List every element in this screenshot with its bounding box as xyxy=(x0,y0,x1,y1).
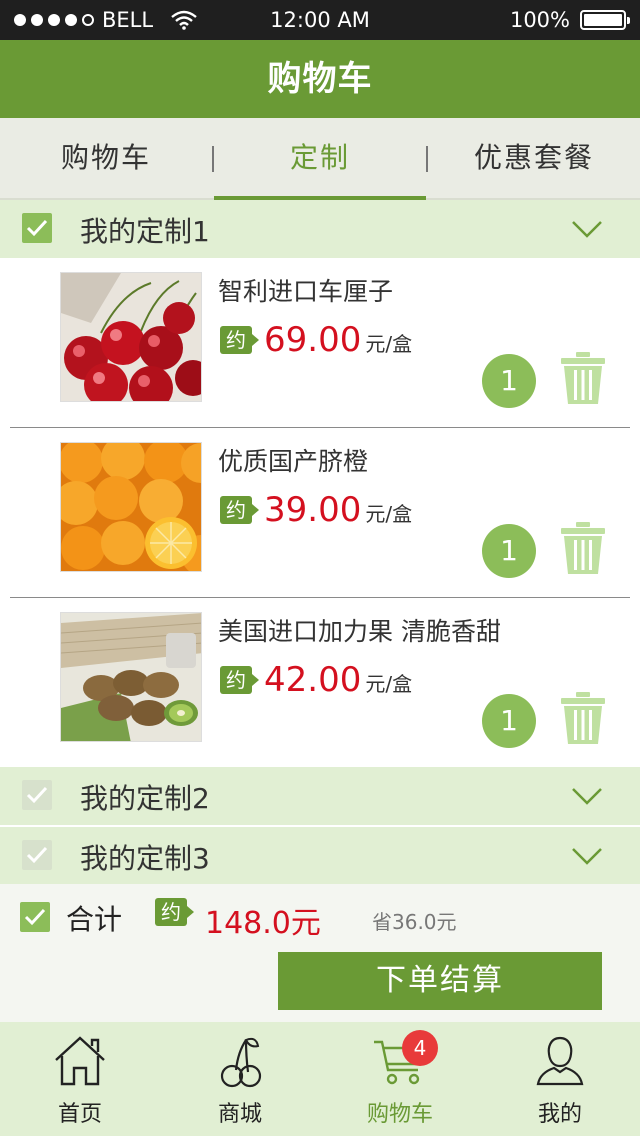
total-price: 148.0元 xyxy=(205,906,321,941)
saved-amount: 省36.0元 xyxy=(372,910,457,934)
chevron-down-icon[interactable] xyxy=(572,787,602,805)
price-row: 约 39.00 元/盒 xyxy=(220,490,412,530)
product-name[interactable]: 美国进口加力果 清脆香甜 xyxy=(218,612,501,648)
price-row: 约 69.00 元/盒 xyxy=(220,320,412,360)
cart-item-1: 智利进口车厘子 约 69.00 元/盒 1 xyxy=(0,258,640,428)
trash-icon[interactable] xyxy=(560,352,606,404)
price-unit: 元/盒 xyxy=(365,672,413,696)
checkout-button[interactable]: 下单结算 xyxy=(278,952,602,1010)
bottom-tab-bar: 首页 商城 购物车 我的 xyxy=(0,1022,640,1136)
approx-badge: 约 xyxy=(220,496,259,524)
product-image-cherries[interactable] xyxy=(60,272,202,402)
quantity-badge[interactable]: 1 xyxy=(482,694,536,748)
group-header-3[interactable]: 我的定制3 xyxy=(0,826,640,884)
trash-icon[interactable] xyxy=(560,522,606,574)
price-unit: 元/盒 xyxy=(365,332,413,356)
tab-custom[interactable]: 定制 xyxy=(214,118,426,200)
checkmark-icon xyxy=(24,908,46,926)
group-3-checkbox[interactable] xyxy=(22,840,52,870)
checkmark-icon xyxy=(26,219,48,237)
total-label: 合计 xyxy=(66,903,123,936)
user-icon xyxy=(536,1036,584,1086)
tabbar-label: 商城 xyxy=(217,1102,262,1127)
tabbar-mall[interactable]: 商城 xyxy=(160,1022,320,1136)
tab-cart[interactable]: 购物车 xyxy=(0,118,212,198)
approx-badge: 约 xyxy=(220,326,259,354)
tabbar-profile[interactable]: 我的 xyxy=(480,1022,640,1136)
battery-icon xyxy=(580,10,630,30)
group-header-1[interactable]: 我的定制1 xyxy=(0,200,640,258)
product-image-kiwi[interactable] xyxy=(60,612,202,742)
price-row: 约 42.00 元/盒 xyxy=(220,660,412,700)
group-1-title: 我的定制1 xyxy=(80,215,210,248)
product-price: 69.00 xyxy=(264,320,362,360)
product-price: 42.00 xyxy=(264,660,362,700)
tabbar-home[interactable]: 首页 xyxy=(0,1022,160,1136)
group-2-checkbox[interactable] xyxy=(22,780,52,810)
chevron-down-icon[interactable] xyxy=(572,220,602,238)
segment-tabs: 购物车 定制 优惠套餐 xyxy=(0,118,640,200)
cherry-icon xyxy=(220,1037,262,1088)
cart-item-2: 优质国产脐橙 约 39.00 元/盒 1 xyxy=(0,428,640,598)
cart-count-badge: 4 xyxy=(402,1030,438,1066)
product-name[interactable]: 智利进口车厘子 xyxy=(218,272,393,308)
product-price: 39.00 xyxy=(264,490,362,530)
quantity-badge[interactable]: 1 xyxy=(482,354,536,408)
page-title: 购物车 xyxy=(0,40,640,118)
tab-combo-deals[interactable]: 优惠套餐 xyxy=(428,118,640,198)
tabbar-cart[interactable]: 购物车 xyxy=(320,1022,480,1136)
tabbar-label: 购物车 xyxy=(366,1102,433,1127)
tabbar-label: 我的 xyxy=(537,1102,582,1127)
checkmark-icon xyxy=(26,846,48,864)
trash-icon[interactable] xyxy=(560,692,606,744)
product-name[interactable]: 优质国产脐橙 xyxy=(218,442,368,478)
battery-group: 100% xyxy=(509,8,630,32)
checkmark-icon xyxy=(26,786,48,804)
approx-badge: 约 xyxy=(220,666,259,694)
group-header-2[interactable]: 我的定制2 xyxy=(0,767,640,825)
chevron-down-icon[interactable] xyxy=(572,847,602,865)
price-unit: 元/盒 xyxy=(365,502,413,526)
product-image-oranges[interactable] xyxy=(60,442,202,572)
home-icon xyxy=(55,1036,105,1086)
tabbar-label: 首页 xyxy=(57,1102,102,1127)
battery-percent: 100% xyxy=(509,8,570,32)
status-bar: BELL 12:00 AM 100% xyxy=(0,0,640,40)
order-summary: 合计 约 148.0元 省36.0元 下单结算 xyxy=(0,884,640,1022)
cart-item-3: 美国进口加力果 清脆香甜 约 42.00 元/盒 1 xyxy=(0,598,640,768)
select-all-checkbox[interactable] xyxy=(20,902,50,932)
quantity-badge[interactable]: 1 xyxy=(482,524,536,578)
group-2-title: 我的定制2 xyxy=(80,782,210,815)
group-3-title: 我的定制3 xyxy=(80,842,210,875)
group-1-checkbox[interactable] xyxy=(22,213,52,243)
approx-badge: 约 xyxy=(155,898,194,926)
